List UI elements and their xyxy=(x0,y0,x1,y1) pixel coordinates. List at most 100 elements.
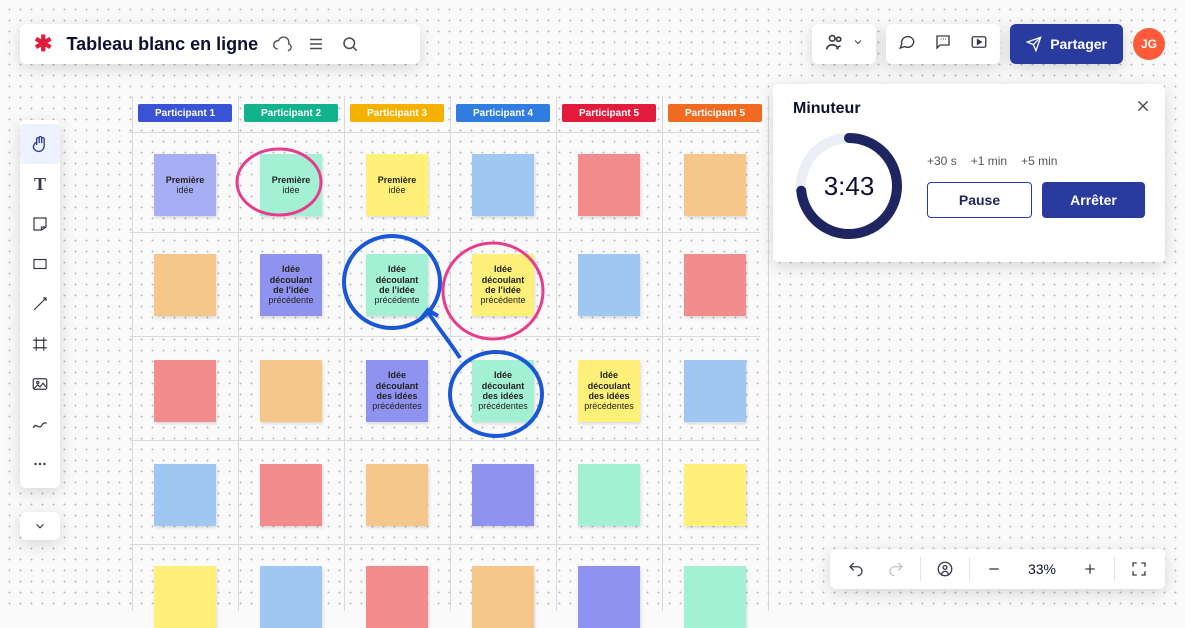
avatar-initials: JG xyxy=(1141,37,1157,51)
grid-line xyxy=(130,232,760,233)
timer-title: Minuteur xyxy=(793,100,1145,118)
sticky-note[interactable] xyxy=(578,566,640,628)
divider xyxy=(1114,557,1115,581)
sticky-note[interactable] xyxy=(366,464,428,526)
search-icon[interactable] xyxy=(340,34,360,54)
sticky-note[interactable] xyxy=(260,360,322,422)
grid-line xyxy=(450,96,451,611)
sticky-note[interactable] xyxy=(684,254,746,316)
line-tool[interactable] xyxy=(20,284,60,324)
timer-add-5min[interactable]: +5 min xyxy=(1021,154,1057,168)
share-button[interactable]: Partager xyxy=(1010,24,1123,64)
participant-label[interactable]: Participant 1 xyxy=(138,104,232,122)
sticky-note[interactable] xyxy=(472,154,534,216)
sticky-note[interactable] xyxy=(260,566,322,628)
header-right: Partager JG xyxy=(812,24,1165,64)
frame-tool[interactable] xyxy=(20,324,60,364)
activity-pill xyxy=(886,24,1000,64)
sticky-note[interactable] xyxy=(578,464,640,526)
image-tool[interactable] xyxy=(20,364,60,404)
comment-icon[interactable] xyxy=(934,33,952,56)
sticky-note[interactable]: Première idée xyxy=(260,154,322,216)
chat-icon[interactable] xyxy=(898,33,916,56)
grid-line xyxy=(130,440,760,441)
chevron-down-icon[interactable] xyxy=(852,35,864,53)
hand-tool[interactable] xyxy=(20,124,60,164)
zoom-percent[interactable]: 33% xyxy=(1016,561,1068,577)
text-tool[interactable]: T xyxy=(20,164,60,204)
sticky-note[interactable] xyxy=(472,566,534,628)
timer-adders: +30 s +1 min +5 min xyxy=(927,154,1145,168)
present-icon[interactable] xyxy=(970,33,988,56)
send-icon xyxy=(1026,36,1042,52)
menu-icon[interactable] xyxy=(306,34,326,54)
grid-line xyxy=(662,96,663,611)
grid-line xyxy=(130,544,760,545)
tool-palette: T xyxy=(20,120,60,488)
sticky-note[interactable] xyxy=(154,254,216,316)
sticky-note[interactable]: Idée découlant des idées précédentes xyxy=(472,360,534,422)
zoom-out-button[interactable] xyxy=(976,549,1012,589)
user-avatar[interactable]: JG xyxy=(1133,28,1165,60)
grid-line xyxy=(132,96,133,611)
people-icon[interactable] xyxy=(824,31,846,58)
close-icon[interactable] xyxy=(1135,98,1151,119)
redo-button[interactable] xyxy=(878,549,914,589)
grid-line xyxy=(556,96,557,611)
timer-pause-button[interactable]: Pause xyxy=(927,182,1032,218)
sticky-tool[interactable] xyxy=(20,204,60,244)
board-title: Tableau blanc en ligne xyxy=(66,34,258,55)
participant-label[interactable]: Participant 5 xyxy=(562,104,656,122)
sticky-note[interactable]: Idée découlant de l'idée précédente xyxy=(260,254,322,316)
more-tool[interactable] xyxy=(20,444,60,484)
timer-remaining: 3:43 xyxy=(793,130,905,242)
timer-add-30s[interactable]: +30 s xyxy=(927,154,957,168)
logo-icon: ✱ xyxy=(34,31,52,57)
sticky-note[interactable] xyxy=(154,360,216,422)
shape-tool[interactable] xyxy=(20,244,60,284)
fullscreen-button[interactable] xyxy=(1121,549,1157,589)
cloud-icon[interactable] xyxy=(272,34,292,54)
sticky-note[interactable]: Idée découlant des idées précédentes xyxy=(578,360,640,422)
participant-label[interactable]: Participant 3 xyxy=(350,104,444,122)
participant-label[interactable]: Participant 2 xyxy=(244,104,338,122)
zoom-in-button[interactable] xyxy=(1072,549,1108,589)
timer-dial: 3:43 xyxy=(793,130,905,242)
sticky-note[interactable]: Idée découlant de l'idée précédente xyxy=(472,254,534,316)
share-label: Partager xyxy=(1050,36,1107,52)
grid-line xyxy=(130,336,760,337)
sticky-note[interactable] xyxy=(684,464,746,526)
sticky-note[interactable]: Première idée xyxy=(154,154,216,216)
participant-label[interactable]: Participant 4 xyxy=(456,104,550,122)
map-pin-icon[interactable] xyxy=(927,549,963,589)
sticky-note[interactable] xyxy=(154,566,216,628)
grid-line xyxy=(768,96,769,611)
presence-pill xyxy=(812,24,876,64)
sticky-note[interactable] xyxy=(684,154,746,216)
sticky-note[interactable] xyxy=(472,464,534,526)
participant-label[interactable]: Participant 5 xyxy=(668,104,762,122)
sticky-note[interactable]: Idée découlant de l'idée précédente xyxy=(366,254,428,316)
timer-stop-button[interactable]: Arrêter xyxy=(1042,182,1145,218)
grid-line xyxy=(344,96,345,611)
divider xyxy=(969,557,970,581)
sticky-note[interactable] xyxy=(578,254,640,316)
toolbar-collapse[interactable] xyxy=(20,512,60,540)
sticky-note[interactable] xyxy=(154,464,216,526)
zoom-bar: 33% xyxy=(830,549,1165,589)
sticky-note[interactable]: Première idée xyxy=(366,154,428,216)
divider xyxy=(920,557,921,581)
sticky-note[interactable]: Idée découlant des idées précédentes xyxy=(366,360,428,422)
timer-panel: Minuteur 3:43 +30 s +1 min +5 min Pause … xyxy=(773,84,1165,262)
sticky-note[interactable] xyxy=(684,360,746,422)
sticky-note[interactable] xyxy=(366,566,428,628)
sticky-note[interactable] xyxy=(260,464,322,526)
undo-button[interactable] xyxy=(838,549,874,589)
sticky-note[interactable] xyxy=(684,566,746,628)
sticky-note[interactable] xyxy=(578,154,640,216)
grid-line xyxy=(130,132,760,133)
pen-tool[interactable] xyxy=(20,404,60,444)
grid-line xyxy=(238,96,239,611)
header-left: ✱ Tableau blanc en ligne xyxy=(20,24,420,64)
timer-add-1min[interactable]: +1 min xyxy=(971,154,1007,168)
